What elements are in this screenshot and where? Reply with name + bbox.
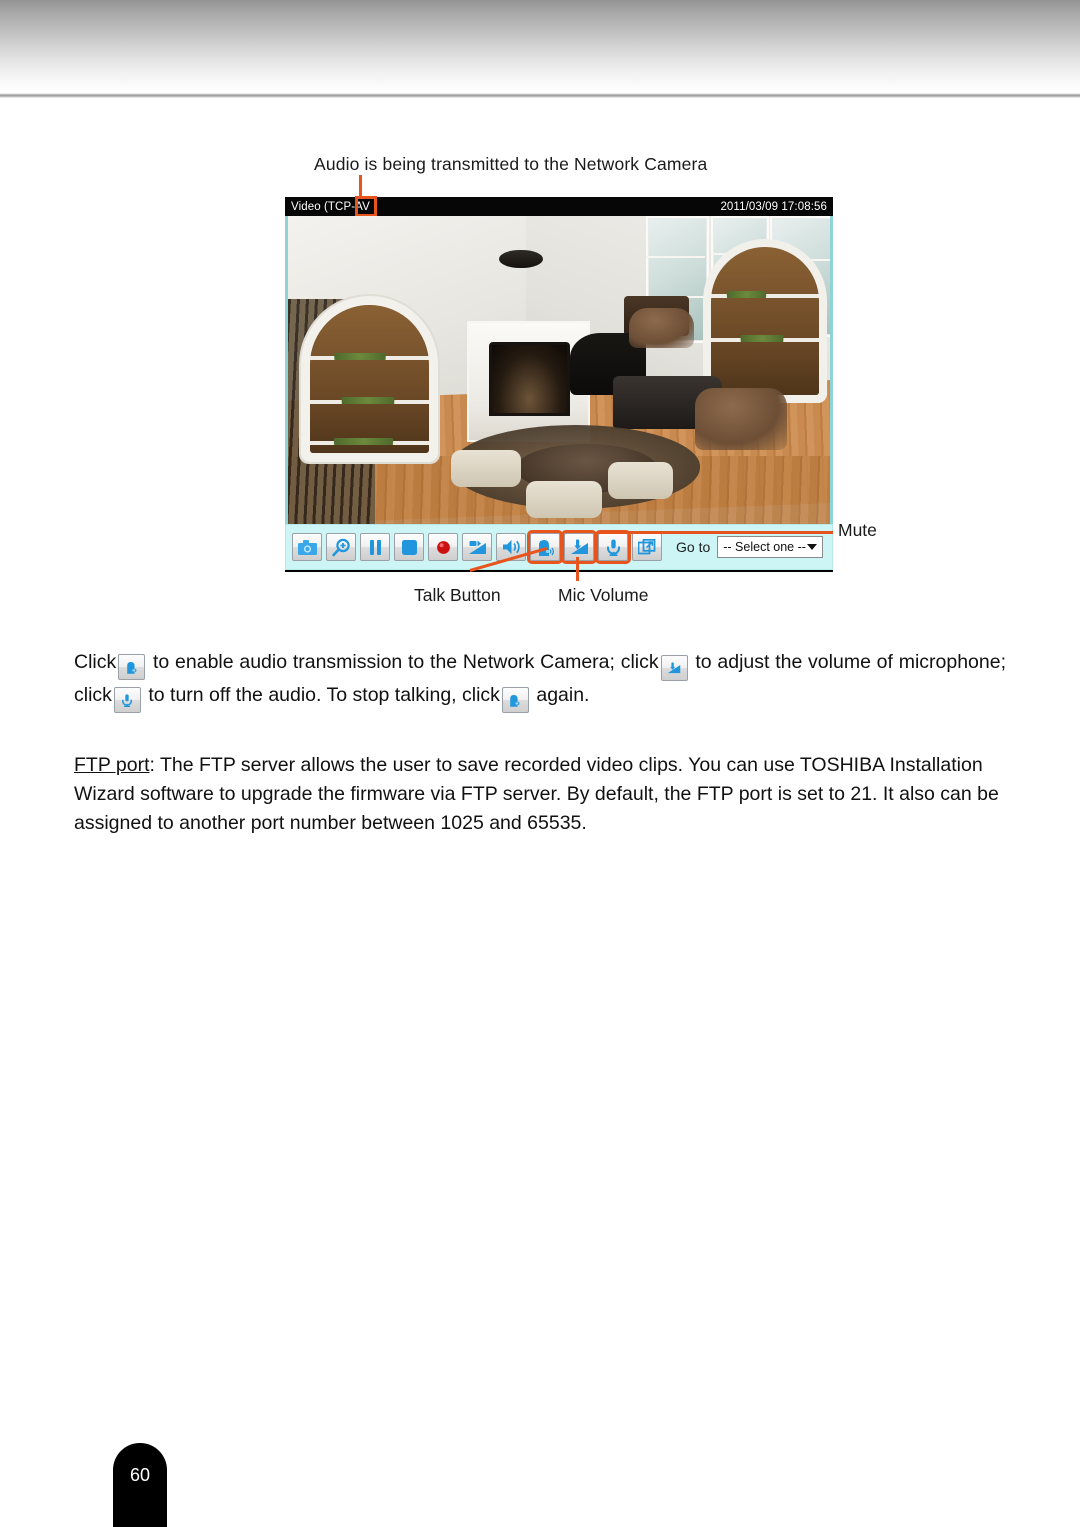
audio-text-seg5: again. <box>536 683 590 706</box>
audio-instructions-paragraph: Click to enable audio transmission to th… <box>74 648 1006 713</box>
digital-zoom-button[interactable] <box>326 533 356 561</box>
video-stream-image <box>285 216 833 524</box>
mic-volume-button[interactable] <box>561 530 597 564</box>
fullscreen-button[interactable] <box>632 533 662 561</box>
chevron-down-icon <box>807 544 818 550</box>
page-number-tab: 60 <box>113 1443 167 1527</box>
expand-fullscreen-icon <box>638 539 656 555</box>
mic-volume-callout-label: Mic Volume <box>558 585 649 605</box>
camera-icon <box>297 539 317 555</box>
record-button[interactable] <box>428 533 458 561</box>
mute-callout-label: Mute <box>838 520 877 540</box>
goto-selected-value: -- Select one -- <box>723 540 806 554</box>
magnifier-plus-icon <box>331 538 350 556</box>
speaker-volume-button[interactable] <box>462 533 492 561</box>
microphone-mute-button[interactable] <box>595 530 631 564</box>
talk-head-icon <box>501 687 529 713</box>
audio-text-seg2: to enable audio transmission to the Netw… <box>153 650 659 673</box>
stop-button[interactable] <box>394 533 424 561</box>
ftp-port-term: FTP port <box>74 753 150 776</box>
snapshot-button[interactable] <box>292 533 322 561</box>
pause-button[interactable] <box>360 533 390 561</box>
mic-volume-callout-leader <box>576 557 579 581</box>
ftp-port-paragraph: FTP port: The FTP server allows the user… <box>74 751 1006 838</box>
microphone-icon <box>606 539 620 556</box>
callout-audio-transmitted-label: Audio is being transmitted to the Networ… <box>314 154 708 174</box>
goto-label: Go to <box>676 539 711 555</box>
microphone-icon <box>113 687 141 713</box>
video-timestamp: 2011/03/09 17:08:56 <box>720 200 827 213</box>
av-indicator-highlight-box <box>355 196 377 217</box>
volume-slider-icon <box>468 540 486 554</box>
ftp-port-description: : The FTP server allows the user to save… <box>74 753 999 834</box>
mic-volume-slider-icon <box>660 654 688 681</box>
talk-head-icon <box>118 654 146 680</box>
mute-callout-leader <box>597 531 833 534</box>
pause-icon <box>369 539 381 555</box>
record-red-dot-icon <box>436 540 450 554</box>
mic-volume-slider-icon <box>570 539 588 554</box>
figure-audio-controls: Audio is being transmitted to the Networ… <box>0 0 1080 620</box>
audio-text-seg1: Click <box>74 650 117 673</box>
speaker-icon <box>502 540 520 554</box>
stop-square-icon <box>401 539 417 555</box>
page-number: 60 <box>129 1465 151 1485</box>
audio-text-seg4: to turn off the audio. To stop talking, … <box>148 683 500 706</box>
goto-preset-select[interactable]: -- Select one -- <box>717 536 824 558</box>
talk-button-callout-label: Talk Button <box>414 585 501 605</box>
